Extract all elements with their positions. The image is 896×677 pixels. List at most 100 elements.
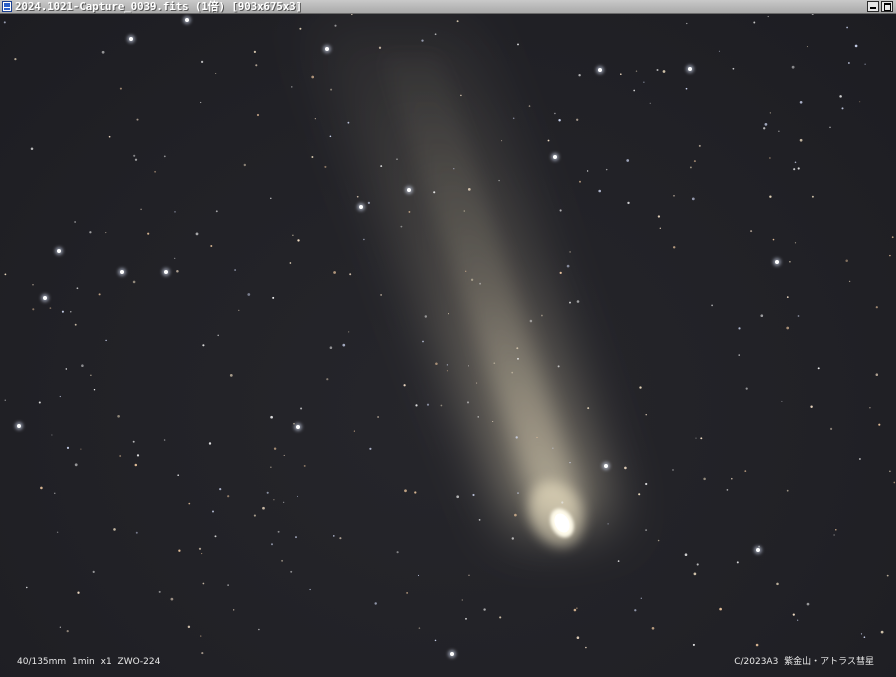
faint-star	[659, 227, 661, 229]
faint-star	[324, 165, 327, 168]
faint-star	[456, 20, 459, 23]
faint-star	[891, 236, 894, 239]
faint-star	[517, 357, 519, 360]
faint-star	[691, 197, 695, 201]
star	[359, 205, 363, 209]
faint-star	[479, 282, 481, 285]
faint-star	[573, 608, 577, 612]
star	[296, 425, 300, 429]
faint-star	[51, 434, 53, 436]
faint-star	[406, 592, 408, 594]
faint-star	[643, 81, 645, 83]
faint-star	[685, 87, 688, 90]
faint-star	[569, 301, 571, 304]
faint-star	[731, 477, 733, 480]
faint-star	[356, 195, 359, 198]
faint-star	[763, 127, 766, 130]
faint-star	[403, 384, 406, 387]
faint-star	[645, 529, 648, 532]
faint-star	[177, 474, 180, 477]
faint-star	[132, 440, 135, 443]
title-bar[interactable]: 2024.1021-Capture_0039.fits (1倍) [903x67…	[0, 0, 896, 14]
app-icon[interactable]	[2, 1, 12, 12]
faint-star	[470, 278, 474, 281]
faint-star	[215, 210, 218, 213]
star	[756, 548, 760, 552]
faint-star	[283, 501, 285, 503]
faint-star	[817, 367, 820, 370]
faint-star	[786, 326, 790, 330]
faint-star	[846, 26, 848, 29]
faint-star	[476, 382, 478, 384]
faint-star	[499, 616, 502, 619]
faint-star	[404, 489, 407, 493]
faint-star	[348, 331, 350, 333]
faint-star	[253, 514, 256, 517]
faint-star	[576, 118, 579, 121]
faint-star	[92, 570, 95, 573]
faint-star	[422, 340, 424, 343]
faint-star	[686, 22, 688, 25]
faint-star	[536, 436, 538, 438]
minimize-button[interactable]	[867, 1, 879, 12]
faint-star	[559, 271, 562, 275]
faint-star	[845, 259, 848, 262]
faint-star	[178, 549, 181, 552]
faint-star	[860, 633, 863, 635]
faint-star	[408, 210, 411, 213]
faint-star	[806, 46, 808, 48]
faint-star	[255, 64, 258, 67]
faint-star	[810, 405, 813, 409]
faint-star	[208, 442, 212, 445]
faint-star	[811, 195, 814, 198]
faint-star	[339, 537, 342, 540]
faint-star	[133, 154, 136, 157]
faint-star	[501, 140, 503, 142]
faint-star	[453, 168, 455, 170]
faint-star	[492, 420, 494, 423]
faint-star	[515, 436, 518, 439]
faint-star	[758, 545, 761, 548]
faint-star	[656, 69, 659, 71]
faint-star	[693, 572, 697, 576]
faint-star	[234, 269, 236, 271]
star	[43, 296, 47, 300]
faint-star	[789, 261, 791, 263]
faint-star	[456, 495, 460, 499]
faint-star	[859, 101, 861, 103]
faint-star	[466, 401, 470, 404]
faint-star	[377, 416, 380, 418]
faint-star	[493, 362, 496, 365]
faint-star	[66, 629, 69, 633]
faint-star	[136, 118, 139, 121]
faint-star	[81, 364, 84, 367]
faint-star	[295, 536, 297, 539]
maximize-button[interactable]	[881, 1, 893, 12]
faint-star	[108, 135, 111, 138]
faint-star	[417, 574, 420, 576]
faint-star	[738, 354, 740, 356]
faint-star	[421, 39, 424, 42]
faint-star	[797, 619, 799, 621]
faint-star	[692, 643, 695, 646]
faint-star	[514, 513, 517, 517]
faint-star	[633, 89, 636, 92]
faint-star	[119, 87, 122, 90]
faint-star	[607, 523, 609, 525]
faint-star	[689, 166, 692, 169]
faint-star	[776, 582, 779, 586]
faint-star	[769, 112, 771, 114]
faint-star	[467, 188, 471, 191]
faint-star	[349, 273, 352, 276]
faint-star	[283, 454, 285, 456]
faint-star	[645, 482, 648, 486]
faint-star	[786, 489, 789, 492]
faint-star	[576, 300, 580, 303]
image-viewport[interactable]: 40/135mm 1min x1 ZWO-224 C/2023A3 紫金山・アト…	[0, 14, 896, 677]
faint-star	[3, 21, 6, 24]
faint-star	[80, 448, 82, 450]
faint-star	[517, 43, 519, 46]
faint-star	[863, 636, 866, 639]
caption-equipment: 40/135mm 1min x1 ZWO-224	[17, 657, 161, 667]
faint-star	[835, 529, 837, 531]
